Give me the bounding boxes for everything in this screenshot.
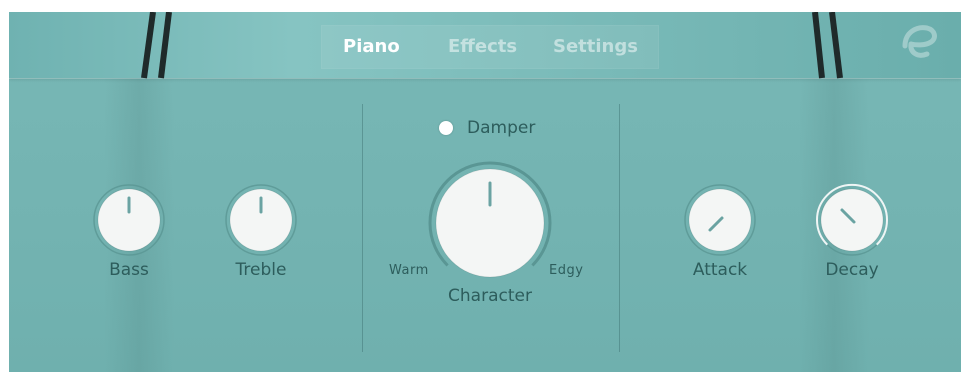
plugin-panel: Piano Effects Settings Damper Bass Trebl… xyxy=(9,12,961,372)
attack-knob-dial[interactable] xyxy=(683,183,757,257)
bass-knob-dial[interactable] xyxy=(92,183,166,257)
bass-label: Bass xyxy=(109,260,149,280)
damper-label: Damper xyxy=(467,118,536,138)
treble-knob[interactable] xyxy=(224,183,298,261)
tab-bar: Piano Effects Settings xyxy=(321,25,659,69)
treble-knob-dial[interactable] xyxy=(224,183,298,257)
treble-label: Treble xyxy=(235,260,287,280)
tab-effects[interactable]: Effects xyxy=(448,25,517,69)
damper-led-icon[interactable] xyxy=(439,121,453,135)
column-divider-left xyxy=(362,104,363,352)
tab-piano[interactable]: Piano xyxy=(343,25,400,69)
tab-settings[interactable]: Settings xyxy=(553,25,638,69)
decay-knob-dial[interactable] xyxy=(815,183,889,257)
character-min-label: Warm xyxy=(389,263,429,278)
attack-knob[interactable] xyxy=(683,183,757,261)
character-max-label: Edgy xyxy=(549,263,584,278)
character-label: Character xyxy=(448,286,532,306)
decay-knob[interactable] xyxy=(815,183,889,261)
character-knob[interactable] xyxy=(423,156,557,294)
character-knob-dial[interactable] xyxy=(423,156,557,290)
bass-knob[interactable] xyxy=(92,183,166,261)
column-divider-right xyxy=(619,104,620,352)
decay-label: Decay xyxy=(825,260,879,280)
header-bar: Piano Effects Settings xyxy=(9,12,961,79)
e-logo-icon xyxy=(902,25,937,58)
attack-label: Attack xyxy=(692,260,748,280)
